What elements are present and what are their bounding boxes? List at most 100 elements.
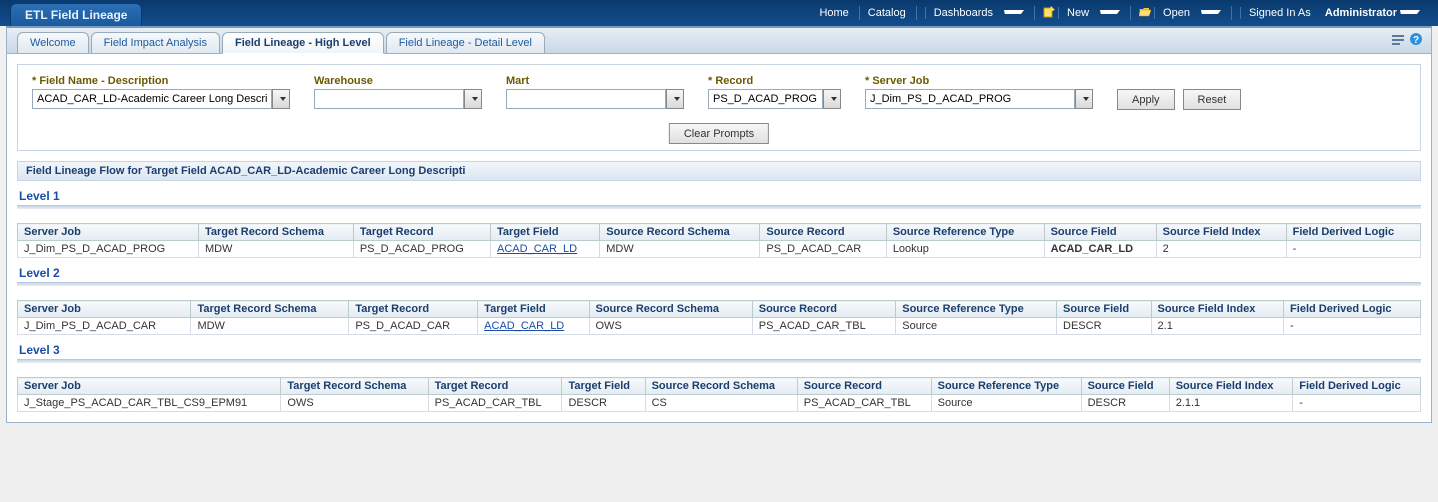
column-header: Source Record Schema (600, 224, 760, 241)
level-divider (17, 205, 1421, 209)
tab-detail-level[interactable]: Field Lineage - Detail Level (386, 32, 545, 53)
cell-tf: DESCR (562, 395, 645, 412)
signed-in-user: Administrator (1325, 7, 1397, 19)
field-name-input[interactable] (32, 89, 272, 109)
level-divider (17, 359, 1421, 363)
column-header: Source Field Index (1156, 224, 1286, 241)
nav-dashboards[interactable]: Dashboards (916, 6, 1032, 20)
level-block: Level 2Server JobTarget Record SchemaTar… (17, 258, 1421, 335)
section-header: Field Lineage Flow for Target Field ACAD… (17, 161, 1421, 181)
nav-new[interactable]: New (1034, 6, 1128, 20)
folder-open-icon (1139, 6, 1151, 18)
tab-welcome[interactable]: Welcome (17, 32, 89, 53)
level-title: Level 3 (17, 335, 1421, 359)
table-row: J_Dim_PS_D_ACAD_CARMDWPS_D_ACAD_CARACAD_… (18, 318, 1421, 335)
column-header: Field Derived Logic (1293, 378, 1421, 395)
help-icon[interactable]: ? (1409, 32, 1423, 46)
chevron-down-icon (1004, 10, 1024, 14)
cell-fdl: - (1293, 395, 1421, 412)
cell-tr: PS_ACAD_CAR_TBL (428, 395, 562, 412)
field-name-label: * Field Name - Description (32, 75, 290, 87)
column-header: Source Record (797, 378, 931, 395)
column-header: Source Reference Type (931, 378, 1081, 395)
page-body: Welcome Field Impact Analysis Field Line… (6, 26, 1432, 423)
nav-new-label: New (1058, 7, 1097, 19)
lineage-table: Server JobTarget Record SchemaTarget Rec… (17, 300, 1421, 335)
cell-srs: CS (645, 395, 797, 412)
cell-tf[interactable]: ACAD_CAR_LD (478, 318, 589, 335)
tab-high-level[interactable]: Field Lineage - High Level (222, 32, 384, 54)
cell-trs: OWS (281, 395, 428, 412)
tab-field-impact[interactable]: Field Impact Analysis (91, 32, 220, 53)
reset-button[interactable]: Reset (1183, 89, 1242, 110)
column-header: Target Record (349, 301, 478, 318)
lineage-table: Server JobTarget Record SchemaTarget Rec… (17, 223, 1421, 258)
clear-prompts-button[interactable]: Clear Prompts (669, 123, 769, 144)
cell-sf: DESCR (1081, 395, 1169, 412)
signed-in-prefix: Signed In As (1240, 7, 1319, 19)
column-header: Target Record Schema (191, 301, 349, 318)
chevron-down-icon (472, 97, 478, 101)
table-row: J_Dim_PS_D_ACAD_PROGMDWPS_D_ACAD_PROGACA… (18, 241, 1421, 258)
chevron-down-icon (674, 97, 680, 101)
mart-input[interactable] (506, 89, 666, 109)
level-title: Level 1 (17, 181, 1421, 205)
cell-tf[interactable]: ACAD_CAR_LD (491, 241, 600, 258)
chevron-down-icon (1201, 10, 1221, 14)
column-header: Source Record Schema (645, 378, 797, 395)
top-nav: Home Catalog Dashboards New Open Signed … (811, 6, 1428, 20)
column-header: Server Job (18, 224, 199, 241)
table-row: J_Stage_PS_ACAD_CAR_TBL_CS9_EPM91OWSPS_A… (18, 395, 1421, 412)
chevron-down-icon (1400, 10, 1420, 14)
page-options-icon[interactable] (1391, 32, 1405, 46)
record-input[interactable] (708, 89, 823, 109)
field-name-dropdown[interactable] (272, 89, 290, 109)
nav-dashboards-label: Dashboards (925, 7, 1001, 19)
column-header: Source Record (760, 224, 886, 241)
server-job-dropdown[interactable] (1075, 89, 1093, 109)
record-dropdown[interactable] (823, 89, 841, 109)
cell-sf: DESCR (1057, 318, 1152, 335)
cell-trs: MDW (198, 241, 353, 258)
cell-srs: MDW (600, 241, 760, 258)
chevron-down-icon (280, 97, 286, 101)
column-header: Target Record Schema (281, 378, 428, 395)
column-header: Server Job (18, 378, 281, 395)
svg-text:?: ? (1413, 35, 1419, 46)
mart-dropdown[interactable] (666, 89, 684, 109)
cell-srs: OWS (589, 318, 752, 335)
cell-sr: PS_ACAD_CAR_TBL (752, 318, 896, 335)
nav-home[interactable]: Home (811, 6, 856, 20)
column-header: Source Reference Type (896, 301, 1057, 318)
cell-sr: PS_D_ACAD_CAR (760, 241, 886, 258)
warehouse-label: Warehouse (314, 75, 482, 87)
column-header: Target Record (428, 378, 562, 395)
chevron-down-icon (831, 97, 837, 101)
server-job-label: * Server Job (865, 75, 1093, 87)
level-block: Level 3 Server JobTarget Record SchemaTar… (17, 335, 1421, 412)
apply-button[interactable]: Apply (1117, 89, 1175, 110)
column-header: Source Field (1057, 301, 1152, 318)
cell-srt: Lookup (886, 241, 1044, 258)
cell-sfi: 2.1.1 (1169, 395, 1293, 412)
chevron-down-icon (1083, 97, 1089, 101)
level-divider (17, 282, 1421, 286)
column-header: Source Record Schema (589, 301, 752, 318)
chevron-down-icon (1100, 10, 1120, 14)
warehouse-dropdown[interactable] (464, 89, 482, 109)
server-job-input[interactable] (865, 89, 1075, 109)
mart-label: Mart (506, 75, 684, 87)
column-header: Server Job (18, 301, 191, 318)
app-title-tab: ETL Field Lineage (10, 3, 142, 26)
nav-open[interactable]: Open (1130, 6, 1229, 20)
column-header: Source Reference Type (886, 224, 1044, 241)
cell-tr: PS_D_ACAD_CAR (349, 318, 478, 335)
record-label: * Record (708, 75, 841, 87)
column-header: Field Derived Logic (1286, 224, 1420, 241)
nav-catalog[interactable]: Catalog (859, 6, 914, 20)
cell-trs: MDW (191, 318, 349, 335)
lineage-table: Server JobTarget Record SchemaTarget Rec… (17, 377, 1421, 412)
warehouse-input[interactable] (314, 89, 464, 109)
signed-in-as[interactable]: Signed In As Administrator (1231, 6, 1428, 20)
column-header: Target Field (478, 301, 589, 318)
